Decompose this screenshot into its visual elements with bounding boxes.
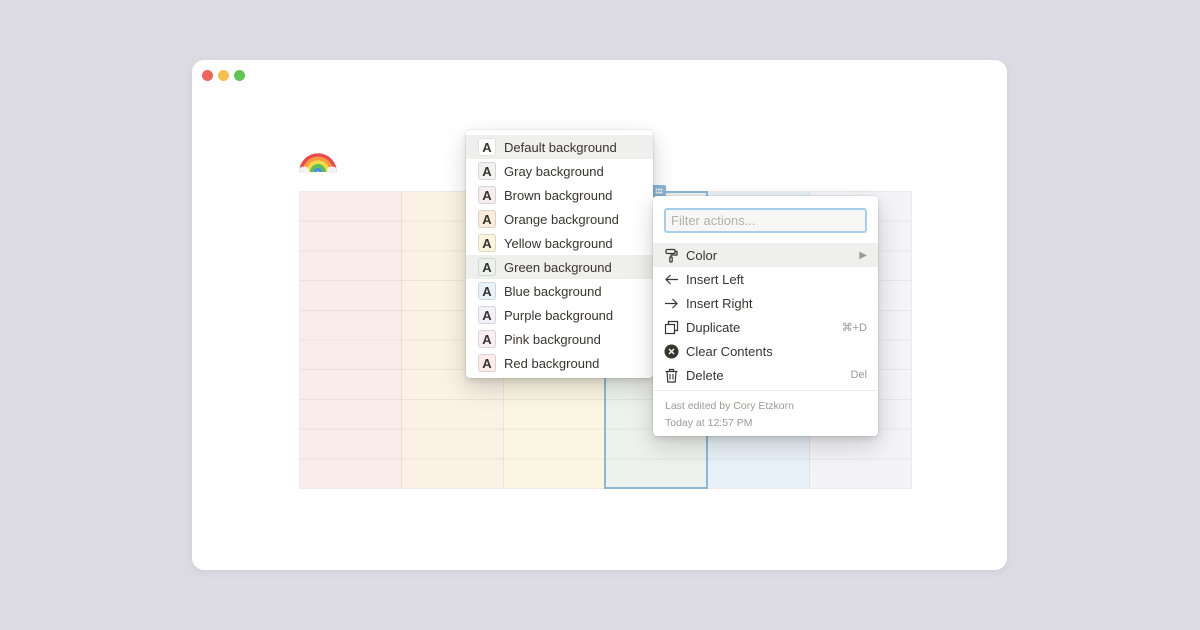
trash-icon bbox=[664, 368, 679, 383]
submenu-arrow-icon: ▶ bbox=[859, 249, 867, 261]
swatch-icon: A bbox=[478, 162, 496, 180]
swatch-icon: A bbox=[478, 210, 496, 228]
clear-icon bbox=[664, 344, 679, 359]
insert-left-action[interactable]: Insert Left bbox=[653, 267, 878, 291]
swatch-icon: A bbox=[478, 354, 496, 372]
color-option-label: Green background bbox=[504, 259, 612, 275]
color-option-default[interactable]: A Default background bbox=[466, 135, 653, 159]
drag-dots-icon bbox=[655, 188, 663, 194]
zoom-window-button[interactable] bbox=[234, 70, 245, 81]
action-label: Duplicate bbox=[686, 319, 741, 335]
color-option-label: Red background bbox=[504, 355, 600, 371]
duplicate-icon bbox=[664, 320, 679, 335]
color-option-red[interactable]: A Red background bbox=[466, 351, 653, 375]
last-edited-by: Last edited by Cory Etzkorn bbox=[665, 400, 794, 412]
clear-contents-action[interactable]: Clear Contents bbox=[653, 339, 878, 363]
column-actions-menu: Color ▶ Insert Left Insert Right Duplic bbox=[653, 196, 878, 436]
color-action[interactable]: Color ▶ bbox=[653, 243, 878, 267]
swatch-icon: A bbox=[478, 330, 496, 348]
table-column[interactable] bbox=[300, 192, 402, 488]
delete-shortcut: Del bbox=[850, 369, 867, 381]
app-window: A Default background A Gray background A… bbox=[192, 60, 1007, 570]
window-controls bbox=[202, 70, 245, 81]
color-option-green[interactable]: A Green background bbox=[466, 255, 653, 279]
color-option-gray[interactable]: A Gray background bbox=[466, 159, 653, 183]
color-option-label: Purple background bbox=[504, 307, 614, 323]
color-option-label: Yellow background bbox=[504, 235, 613, 251]
color-option-brown[interactable]: A Brown background bbox=[466, 183, 653, 207]
arrow-left-icon bbox=[664, 272, 679, 287]
swatch-icon: A bbox=[478, 138, 496, 156]
action-label: Delete bbox=[686, 367, 724, 383]
color-option-label: Brown background bbox=[504, 187, 613, 203]
close-window-button[interactable] bbox=[202, 70, 213, 81]
edit-info: Last edited by Cory Etzkorn Today at 12:… bbox=[665, 398, 794, 432]
menu-divider bbox=[653, 390, 878, 391]
swatch-icon: A bbox=[478, 258, 496, 276]
color-option-label: Default background bbox=[504, 139, 617, 155]
color-option-label: Gray background bbox=[504, 163, 604, 179]
duplicate-action[interactable]: Duplicate ⌘+D bbox=[653, 315, 878, 339]
color-option-label: Orange background bbox=[504, 211, 619, 227]
swatch-icon: A bbox=[478, 306, 496, 324]
delete-action[interactable]: Delete Del bbox=[653, 363, 878, 387]
last-edited-time: Today at 12:57 PM bbox=[665, 417, 753, 429]
color-option-orange[interactable]: A Orange background bbox=[466, 207, 653, 231]
swatch-icon: A bbox=[478, 282, 496, 300]
action-label: Clear Contents bbox=[686, 343, 773, 359]
color-option-pink[interactable]: A Pink background bbox=[466, 327, 653, 351]
color-option-purple[interactable]: A Purple background bbox=[466, 303, 653, 327]
color-option-yellow[interactable]: A Yellow background bbox=[466, 231, 653, 255]
filter-actions-input[interactable] bbox=[664, 208, 867, 233]
swatch-icon: A bbox=[478, 234, 496, 252]
action-label: Insert Left bbox=[686, 271, 744, 287]
paint-roller-icon bbox=[664, 248, 679, 263]
rainbow-icon[interactable] bbox=[299, 138, 337, 174]
action-label: Insert Right bbox=[686, 295, 753, 311]
arrow-right-icon bbox=[664, 296, 679, 311]
insert-right-action[interactable]: Insert Right bbox=[653, 291, 878, 315]
action-label: Color bbox=[686, 247, 718, 263]
duplicate-shortcut: ⌘+D bbox=[841, 321, 867, 334]
color-option-label: Pink background bbox=[504, 331, 601, 347]
swatch-icon: A bbox=[478, 186, 496, 204]
minimize-window-button[interactable] bbox=[218, 70, 229, 81]
color-option-label: Blue background bbox=[504, 283, 602, 299]
background-color-menu: A Default background A Gray background A… bbox=[466, 130, 653, 378]
color-option-blue[interactable]: A Blue background bbox=[466, 279, 653, 303]
